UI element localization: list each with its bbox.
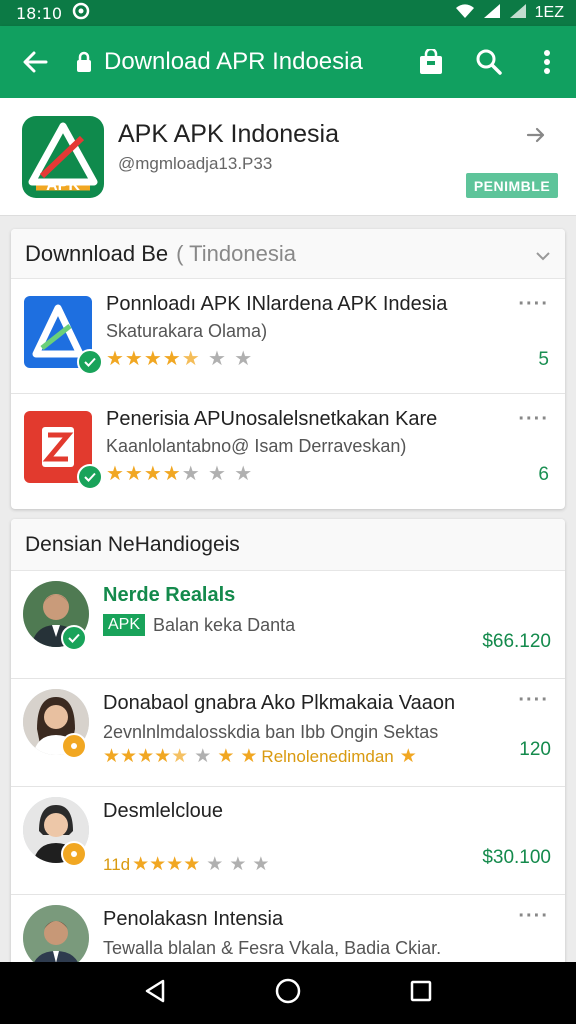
shop-bag-button[interactable] xyxy=(402,26,460,98)
developers-card: Densian NeHandiogeis Nerde Realals APK B… xyxy=(11,519,565,979)
developer-name: Penolakasn Intensia xyxy=(103,908,284,930)
star-rating: ★★★★★ ★ ★ xyxy=(106,346,254,370)
svg-text:APK: APK xyxy=(46,177,80,194)
developer-subtitle: APK Balan keka Danta xyxy=(103,614,295,636)
developer-item[interactable]: Desmlelcloue 11d ★★★★ ★ ★ ★ $30.100 xyxy=(11,787,565,895)
battery-text: 1EZ xyxy=(534,4,564,21)
square-recents-icon xyxy=(410,980,431,1001)
chevron-down-icon[interactable] xyxy=(535,241,551,267)
cell-signal-icon-2 xyxy=(509,3,527,24)
nav-recents-button[interactable] xyxy=(409,979,433,1008)
star-rating: ★★★★★ ★ ★ ★ Relnolenedimdan ★ xyxy=(103,745,417,767)
developer-name: Donabaol gnabra Ako Plkmakaia Vaaon xyxy=(103,692,456,714)
overflow-menu-button[interactable] xyxy=(518,26,576,98)
verified-check-icon xyxy=(61,625,87,651)
nav-home-button[interactable] xyxy=(274,977,302,1010)
downloads-header-subtitle: ( Tindonesia xyxy=(176,240,296,266)
more-vert-icon xyxy=(544,50,550,74)
download-subtitle: Kaanlolantabno@ Isam Derraveskan) xyxy=(106,436,407,456)
back-button[interactable] xyxy=(0,26,70,98)
back-arrow-icon xyxy=(23,51,48,73)
more-horiz-icon[interactable]: ···· xyxy=(518,293,549,316)
developer-price: $66.120 xyxy=(482,631,551,652)
developer-subtitle-text: Balan keka Danta xyxy=(153,614,296,635)
triangle-back-icon xyxy=(146,979,165,1002)
app-header: APK APK APK Indonesia @mgmloadja13.P33 P… xyxy=(0,98,576,216)
search-icon xyxy=(476,49,502,75)
status-bar: 18:10 1EZ xyxy=(0,0,576,26)
circle-home-icon xyxy=(275,978,301,1003)
system-nav-bar xyxy=(0,962,576,1024)
download-subtitle: Skaturakara Olama) xyxy=(106,321,268,341)
developer-item[interactable]: Donabaol gnabra Ako Plkmakaia Vaaon 2evn… xyxy=(11,679,565,787)
rating-prefix: 11d xyxy=(103,855,131,874)
star-rating: ★★★★★ ★ ★ xyxy=(106,461,254,485)
sync-icon xyxy=(72,2,90,25)
download-item[interactable]: Ponnloadı APK INlardena APK Indesia Skat… xyxy=(11,279,565,394)
nav-back-button[interactable] xyxy=(143,978,167,1009)
app-logo: APK xyxy=(22,116,104,198)
developer-subtitle: 2evnlnlmdalosskdia ban Ibb Ongin Sektas xyxy=(103,722,439,742)
developer-price: 120 xyxy=(519,739,551,760)
rating-tag: Relnolenedimdan xyxy=(261,747,394,766)
developer-name: Nerde Realals xyxy=(103,584,236,606)
open-arrow-button[interactable] xyxy=(526,126,546,149)
developer-item[interactable]: Nerde Realals APK Balan keka Danta $66.1… xyxy=(11,571,565,679)
downloads-header-title: Downnload Be xyxy=(25,240,169,266)
app-handle: @mgmloadja13.P33 xyxy=(118,154,273,173)
verified-check-icon xyxy=(77,464,103,490)
star-rating: 11d ★★★★ ★ ★ ★ xyxy=(103,853,270,875)
shopping-bag-icon xyxy=(420,49,442,74)
more-horiz-icon[interactable]: ···· xyxy=(518,689,549,712)
downloads-card: Downnload Be ( Tindonesia Ponnloadı APK … xyxy=(11,229,565,509)
developers-header: Densian NeHandiogeis xyxy=(11,519,565,571)
cell-signal-icon xyxy=(483,3,501,24)
lock-icon xyxy=(70,51,98,73)
download-title: Ponnloadı APK INlardena APK Indesia xyxy=(106,293,448,315)
search-button[interactable] xyxy=(460,26,518,98)
wifi-icon xyxy=(455,3,475,24)
status-time: 18:10 xyxy=(16,3,63,23)
developer-price: $30.100 xyxy=(482,847,551,868)
toolbar-title: Download APR Indoesia xyxy=(104,48,363,75)
downloads-header[interactable]: Downnload Be ( Tindonesia xyxy=(11,229,565,279)
verified-check-icon xyxy=(77,349,103,375)
install-badge-button[interactable]: PENIMBLE xyxy=(466,173,558,198)
app-toolbar: Download APR Indoesia xyxy=(0,26,576,98)
download-count: 5 xyxy=(538,349,549,370)
apk-tag: APK xyxy=(103,614,146,636)
download-item[interactable]: Penerisia APUnosalelsnetkakan Kare Kaanl… xyxy=(11,394,565,509)
app-name: APK APK Indonesia xyxy=(118,120,339,148)
download-title: Penerisia APUnosalelsnetkakan Kare xyxy=(106,408,438,430)
gold-badge-icon xyxy=(61,841,87,867)
gold-badge-icon xyxy=(61,733,87,759)
developer-subtitle: Tewalla blalan & Fesra Vkala, Badia Ckia… xyxy=(103,938,442,958)
more-horiz-icon[interactable]: ···· xyxy=(518,408,549,431)
download-count: 6 xyxy=(538,464,549,485)
arrow-right-icon xyxy=(526,127,545,143)
developer-name: Desmlelcloue xyxy=(103,800,224,822)
more-horiz-icon[interactable]: ···· xyxy=(518,905,549,928)
